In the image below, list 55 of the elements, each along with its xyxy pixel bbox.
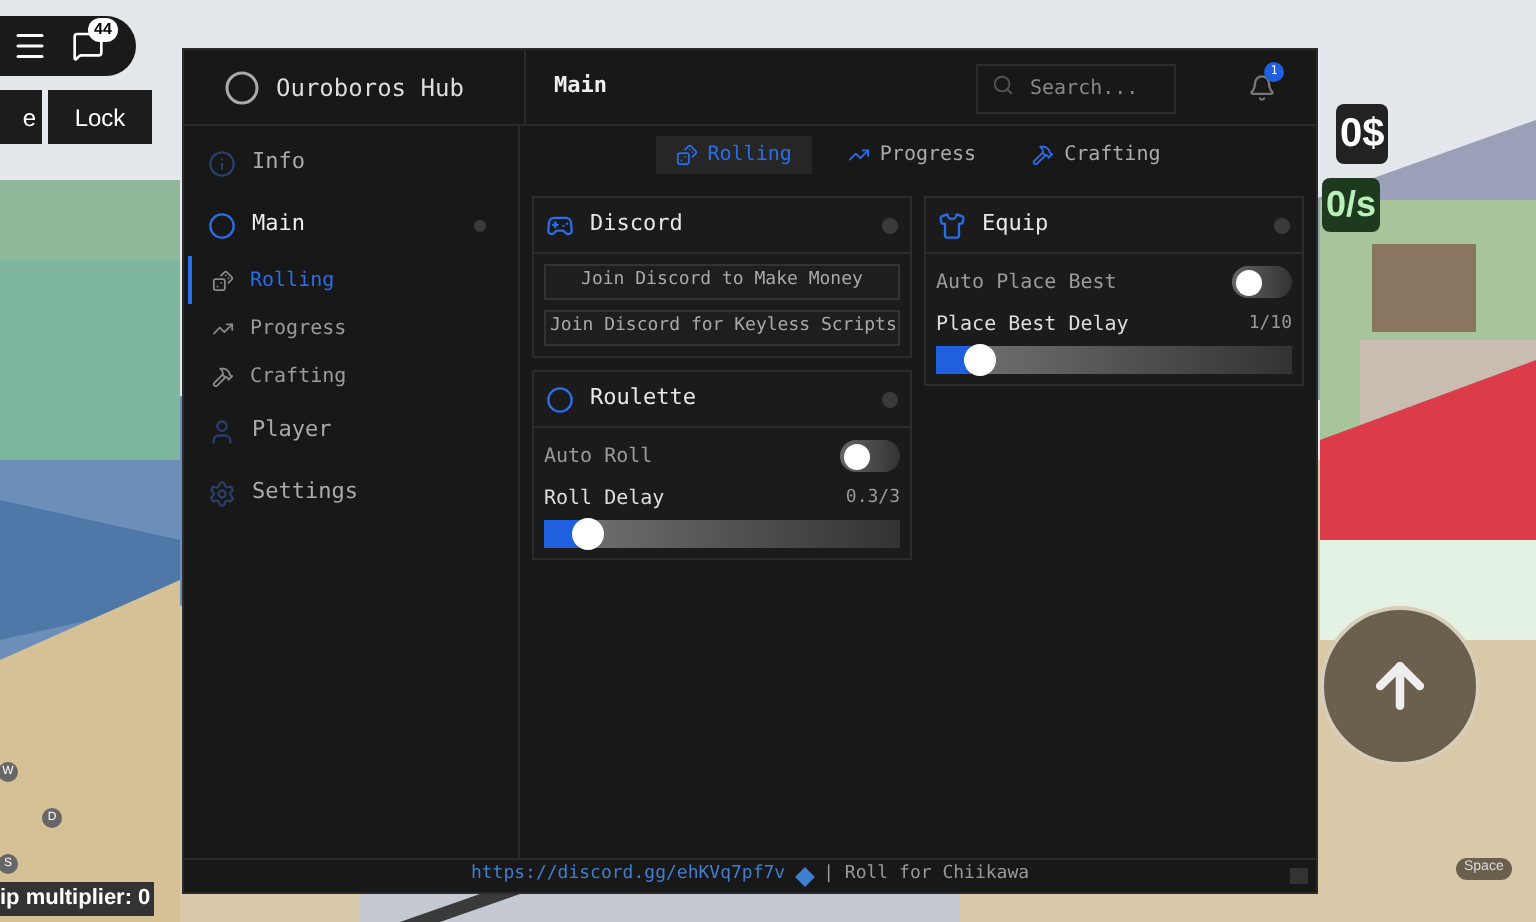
bell-icon[interactable] <box>1248 73 1276 101</box>
search-field[interactable]: Search... <box>976 64 1176 114</box>
circle-icon <box>546 385 574 413</box>
toggle-label: Auto Place Best <box>936 269 1117 297</box>
circle-icon <box>208 211 236 239</box>
tab[interactable]: Crafting <box>1012 136 1181 174</box>
slider-track[interactable] <box>936 346 1292 374</box>
rate-counter: 0/s <box>1322 178 1381 232</box>
resize-handle-icon[interactable] <box>1290 868 1308 884</box>
sidebar-subitem[interactable]: Crafting <box>188 352 518 400</box>
hud-button[interactable]: e <box>0 90 42 144</box>
sidebar-item[interactable]: Info <box>184 132 518 194</box>
discord-invite-link[interactable]: https://discord.gg/ehKVq7pf7v <box>470 862 786 890</box>
ring-logo-icon <box>224 69 260 105</box>
slider-label: Roll Delay <box>544 486 665 514</box>
money-counter: 0$ <box>1336 104 1389 164</box>
section-title: Equip <box>982 208 1049 241</box>
sidebar-subitem[interactable]: Rolling <box>188 256 518 304</box>
slider-track[interactable] <box>544 520 900 548</box>
hammer-icon <box>212 365 234 387</box>
sidebar-item[interactable]: Player <box>184 400 518 462</box>
chat-icon[interactable] <box>72 30 104 62</box>
sidebar-item[interactable]: Settings <box>184 462 518 524</box>
slider-thumb[interactable] <box>571 518 604 550</box>
hud-button[interactable]: Lock <box>48 90 152 144</box>
toggle-switch[interactable] <box>1232 266 1292 298</box>
slider-reading: 0.3/3 <box>845 485 900 512</box>
settings-icon <box>208 479 236 507</box>
slider-thumb[interactable] <box>963 344 996 376</box>
info-icon <box>208 149 236 177</box>
dice-icon <box>675 144 698 166</box>
page-title: Main <box>554 70 607 103</box>
discord-link-button[interactable]: Join Discord to Make Money <box>544 264 900 300</box>
shirt-icon <box>938 211 966 239</box>
gamepad-icon <box>546 211 574 239</box>
tab[interactable]: Progress <box>827 136 997 174</box>
chat-badge: 44 <box>88 18 118 42</box>
hammer-icon <box>1032 144 1055 166</box>
search-icon <box>992 74 1014 96</box>
slider-reading: 1/10 <box>1248 311 1292 338</box>
trend-icon <box>847 144 870 166</box>
section-title: Roulette <box>590 382 696 415</box>
discord-link-button[interactable]: Join Discord for Keyless Scripts <box>544 310 900 346</box>
footer-text: | Roll for Chiikawa <box>823 862 1030 889</box>
menu-icon[interactable] <box>12 28 48 64</box>
user-icon <box>208 417 236 445</box>
toggle-switch[interactable] <box>840 440 900 472</box>
sidebar-item[interactable]: Main <box>184 194 518 256</box>
sidebar-subitem[interactable]: Progress <box>188 304 518 352</box>
section-title: Discord <box>590 208 683 241</box>
multiplier-label: ip multiplier: 0 <box>0 882 155 915</box>
dice-icon <box>212 269 234 291</box>
slider-label: Place Best Delay <box>936 312 1129 340</box>
toggle-label: Auto Roll <box>544 443 653 471</box>
window-title: Ouroboros Hub <box>276 71 464 105</box>
